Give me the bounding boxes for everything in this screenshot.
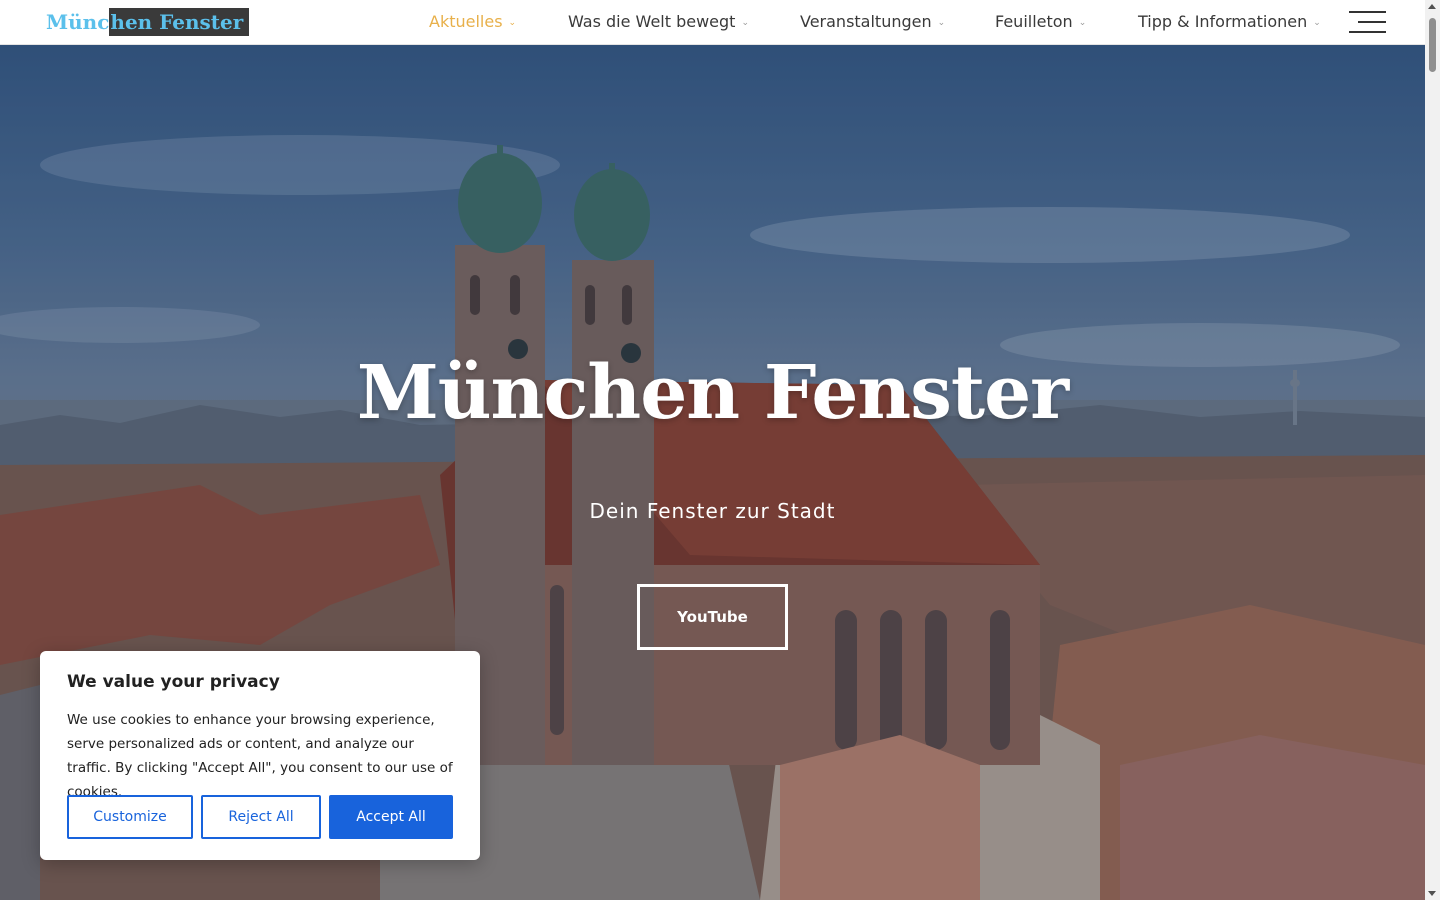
nav-item-tipp-informationen[interactable]: Tipp & Informationen ⌄ — [1138, 0, 1321, 45]
chevron-down-icon: ⌄ — [937, 18, 946, 28]
site-header: Münc hen Fenster Aktuelles ⌄ Was die Welt… — [0, 0, 1425, 45]
nav-item-feuilleton[interactable]: Feuilleton ⌄ — [995, 0, 1086, 45]
site-logo[interactable]: Münc hen Fenster — [46, 8, 250, 36]
nav-item-label: Aktuelles — [429, 12, 503, 31]
nav-item-was-die-welt-bewegt[interactable]: Was die Welt bewegt ⌄ — [568, 0, 749, 45]
cookie-description: We use cookies to enhance your browsing … — [67, 712, 453, 800]
youtube-button[interactable]: YouTube — [637, 584, 788, 650]
page-scrollbar[interactable] — [1425, 0, 1440, 900]
hero-subtitle: Dein Fenster zur Stadt — [589, 499, 836, 523]
cookie-consent-banner: We value your privacy We use cookies to … — [40, 651, 480, 860]
nav-item-label: Feuilleton — [995, 12, 1073, 31]
logo-text-part2: hen Fenster — [109, 8, 250, 36]
reject-all-button[interactable]: Reject All — [201, 795, 321, 839]
chevron-down-icon: ⌄ — [741, 18, 749, 28]
nav-item-aktuelles[interactable]: Aktuelles ⌄ — [429, 0, 516, 45]
nav-item-veranstaltungen[interactable]: Veranstaltungen ⌄ — [800, 0, 945, 45]
chevron-down-icon: ⌄ — [508, 18, 517, 28]
cookie-title: We value your privacy — [67, 672, 280, 692]
hero-title: München Fenster — [356, 350, 1069, 436]
chevron-down-icon: ⌄ — [1078, 18, 1087, 28]
scrollbar-thumb[interactable] — [1429, 18, 1436, 72]
nav-item-label: Was die Welt bewegt — [568, 12, 736, 31]
scroll-down-arrow-icon[interactable] — [1428, 891, 1436, 896]
scroll-up-arrow-icon[interactable] — [1428, 4, 1436, 9]
accept-all-button[interactable]: Accept All — [329, 795, 453, 839]
chevron-down-icon: ⌄ — [1313, 18, 1321, 28]
nav-item-label: Tipp & Informationen — [1138, 12, 1308, 31]
logo-text-part1: Münc — [46, 10, 110, 34]
hamburger-menu-icon[interactable] — [1349, 11, 1386, 35]
menu-bar — [1349, 11, 1386, 13]
menu-bar — [1358, 21, 1386, 23]
nav-item-label: Veranstaltungen — [800, 12, 932, 31]
menu-bar — [1349, 31, 1386, 33]
customize-button[interactable]: Customize — [67, 795, 193, 839]
